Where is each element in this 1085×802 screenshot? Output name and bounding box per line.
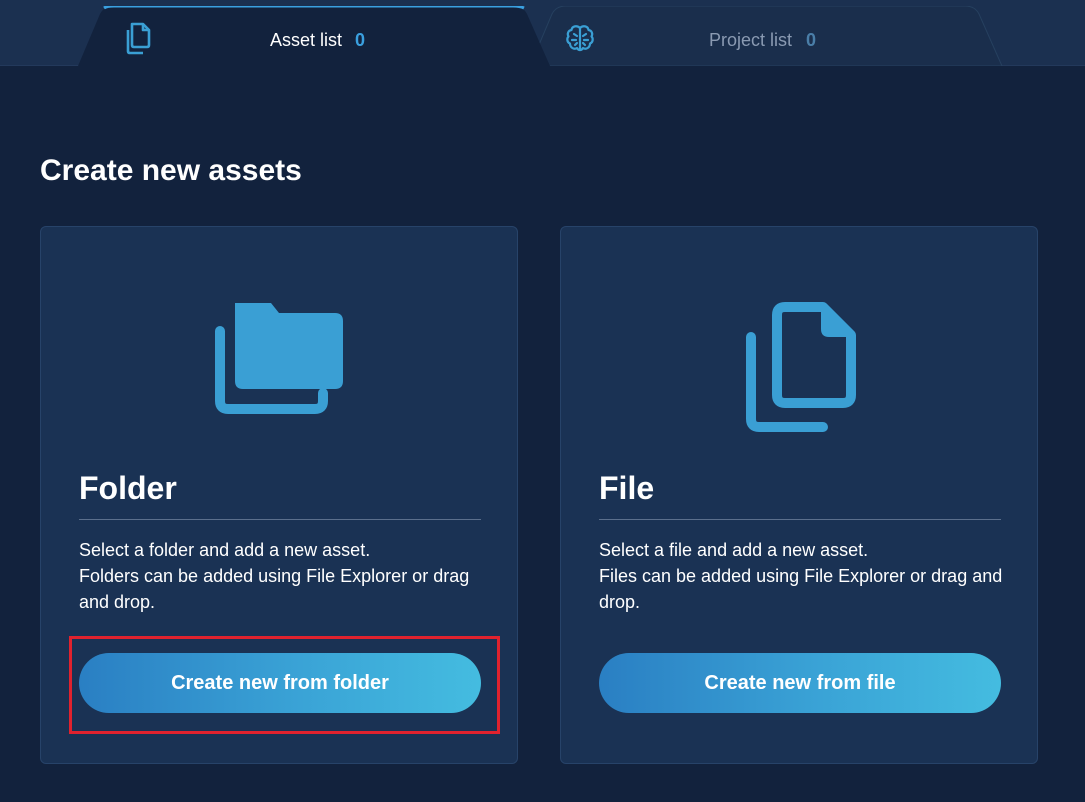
tab-asset-count: 0 <box>355 30 366 50</box>
folder-card-divider <box>79 519 481 520</box>
tab-project-list[interactable]: Project list 0 <box>530 6 1005 66</box>
tab-asset-list[interactable]: Asset list 0 <box>78 6 553 66</box>
create-from-file-button[interactable]: Create new from file <box>599 653 1001 713</box>
file-card-divider <box>599 519 1001 520</box>
file-card-title: File <box>599 470 655 506</box>
tab-project-label: Project list <box>709 30 793 50</box>
folder-card-desc-line2: Folders can be added using File Explorer… <box>79 566 470 612</box>
tab-asset-label: Asset list <box>270 30 343 50</box>
copy-icon <box>126 22 151 55</box>
file-card-desc-line2: Files can be added using File Explorer o… <box>599 566 1003 612</box>
folder-card: Folder Select a folder and add a new ass… <box>40 226 518 764</box>
brain-icon <box>566 25 594 52</box>
tab-bar: Project list 0 Asset list 0 <box>0 0 1085 66</box>
file-card-description: Select a file and add a new asset. Files… <box>599 537 1009 615</box>
create-from-folder-button[interactable]: Create new from folder <box>79 653 481 713</box>
file-card: File Select a file and add a new asset. … <box>560 226 1038 764</box>
folder-copy-icon <box>215 303 343 414</box>
file-card-desc-line1: Select a file and add a new asset. <box>599 540 869 560</box>
tab-project-count: 0 <box>806 30 817 50</box>
folder-card-description: Select a folder and add a new asset. Fol… <box>79 537 489 615</box>
folder-card-desc-line1: Select a folder and add a new asset. <box>79 540 371 560</box>
folder-card-title: Folder <box>79 470 177 506</box>
page-title: Create new assets <box>40 154 302 187</box>
file-copy-icon <box>746 302 856 432</box>
